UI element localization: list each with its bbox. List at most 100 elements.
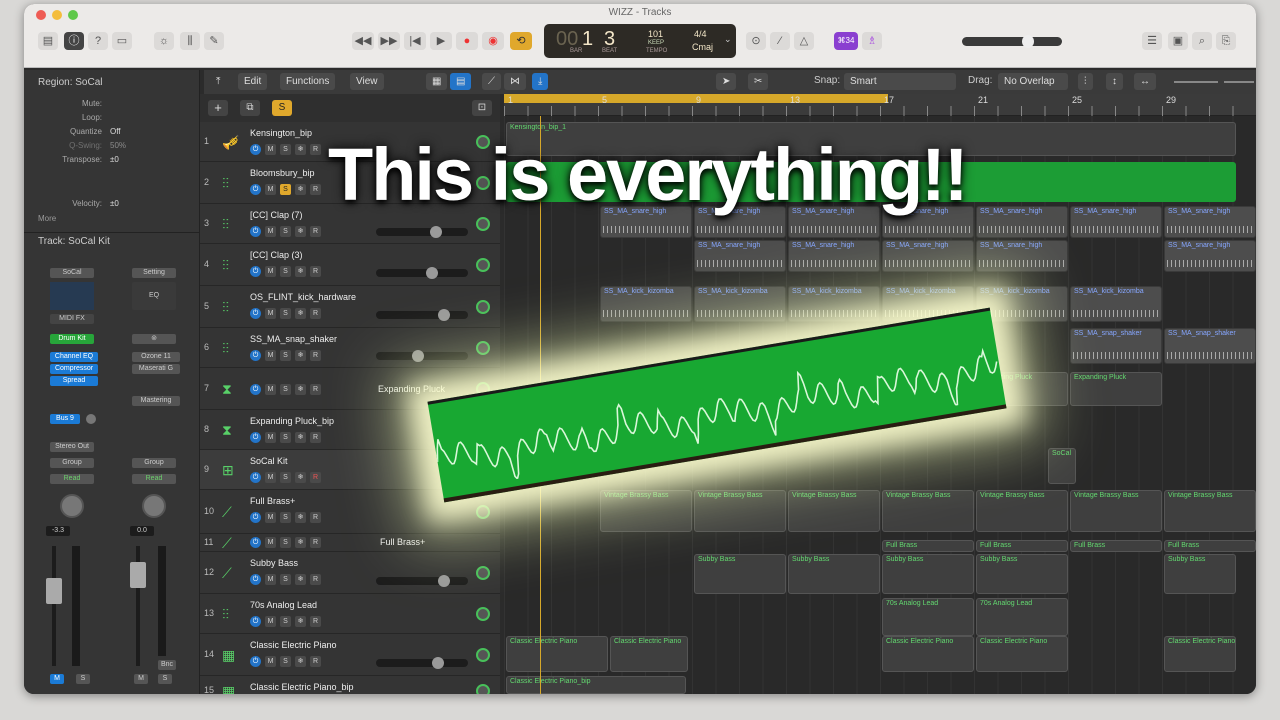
- record-enable-button[interactable]: R: [310, 432, 321, 443]
- track-inspector-header[interactable]: Track: SoCal Kit: [24, 232, 200, 250]
- mute-button[interactable]: M: [265, 144, 276, 155]
- strip1-group[interactable]: Group: [50, 458, 94, 468]
- strip1-fx-2[interactable]: Compressor: [50, 364, 98, 374]
- track-pan-knob[interactable]: [476, 684, 490, 694]
- strip1-solo[interactable]: S: [76, 674, 90, 684]
- region-vintage-brassy-bass[interactable]: Vintage Brassy Bass: [788, 490, 880, 532]
- region-vintage-brassy-bass[interactable]: Vintage Brassy Bass: [1070, 490, 1162, 532]
- track-name[interactable]: [CC] Clap (3): [250, 250, 303, 260]
- track-header-5[interactable]: 5 ⫶⫶ OS_FLINT_kick_hardware ⏻ M S ❄ R: [200, 286, 500, 328]
- region-piano-1[interactable]: Classic Electric Piano: [506, 636, 608, 672]
- track-name[interactable]: Full Brass+: [250, 496, 295, 506]
- region-snare-high-b[interactable]: SS_MA_snare_high: [694, 240, 786, 272]
- solo-button[interactable]: S: [280, 656, 291, 667]
- track-name[interactable]: Expanding Pluck: [378, 384, 445, 394]
- go-to-start-icon[interactable]: |◀: [404, 32, 426, 50]
- region-vintage-brassy-bass[interactable]: Vintage Brassy Bass: [1164, 490, 1256, 532]
- cycle-icon[interactable]: ⟲: [510, 32, 532, 50]
- region-snare-high[interactable]: SS_MA_snare_high: [1070, 206, 1162, 238]
- region-vintage-brassy-bass[interactable]: Vintage Brassy Bass: [694, 490, 786, 532]
- region-kick-kizomba[interactable]: SS_MA_kick_kizomba: [1070, 286, 1162, 322]
- region-inspector-header[interactable]: Region: SoCal: [24, 74, 200, 92]
- track-volume-fader[interactable]: [376, 575, 468, 587]
- horizontal-zoom-slider[interactable]: [1224, 81, 1254, 83]
- automation-icon[interactable]: ⟋: [482, 73, 501, 90]
- power-icon[interactable]: ⏻: [250, 184, 261, 195]
- solo-button[interactable]: S: [280, 350, 291, 361]
- power-icon[interactable]: ⏻: [250, 512, 261, 523]
- drag-select[interactable]: No Overlap: [998, 73, 1068, 90]
- power-icon[interactable]: ⏻: [250, 144, 261, 155]
- editors-icon[interactable]: ✎: [204, 32, 224, 50]
- track-name[interactable]: Classic Electric Piano: [250, 640, 337, 650]
- solo-button[interactable]: S: [280, 512, 291, 523]
- region-subby-bass[interactable]: Subby Bass: [694, 554, 786, 594]
- freeze-icon[interactable]: ❄: [295, 656, 306, 667]
- region-full-brass[interactable]: Full Brass: [1070, 540, 1162, 552]
- region-70s-analog-lead-b[interactable]: 70s Analog Lead: [976, 598, 1068, 636]
- smart-tempo-icon[interactable]: ♗: [862, 32, 882, 50]
- strip1-output[interactable]: Stereo Out: [50, 442, 94, 452]
- region-snare-high-b[interactable]: SS_MA_snare_high: [976, 240, 1068, 272]
- region-kick-kizomba[interactable]: SS_MA_kick_kizomba: [788, 286, 880, 322]
- chevron-down-icon[interactable]: ⌄: [724, 34, 732, 45]
- freeze-icon[interactable]: ❄: [295, 537, 306, 548]
- count-in-icon[interactable]: ⁄: [770, 32, 790, 50]
- track-header-6[interactable]: 6 ⫶⫶ SS_MA_snap_shaker ⏻ M S ❄ R: [200, 328, 500, 368]
- track-name[interactable]: Classic Electric Piano_bip: [250, 682, 354, 692]
- track-volume-fader[interactable]: [376, 350, 468, 362]
- solo-button[interactable]: S: [280, 537, 291, 548]
- region-piano-5[interactable]: Classic Electric Piano: [1164, 636, 1236, 672]
- strip2-fx-1[interactable]: Ozone 11: [132, 352, 180, 362]
- transpose-row[interactable]: Transpose: ±0: [24, 154, 200, 166]
- mute-button[interactable]: M: [265, 266, 276, 277]
- notepad-icon[interactable]: ▣: [1168, 32, 1188, 50]
- track-pan-knob[interactable]: [476, 217, 490, 231]
- back-arrow-icon[interactable]: ⤒: [210, 73, 226, 90]
- mixer-icon[interactable]: ⫼: [180, 32, 200, 50]
- mute-button[interactable]: M: [265, 226, 276, 237]
- mute-button[interactable]: M: [265, 616, 276, 627]
- catch-icon[interactable]: ⤓: [532, 73, 549, 90]
- record-enable-button[interactable]: R: [310, 512, 321, 523]
- mute-button[interactable]: M: [265, 537, 276, 548]
- solo-button[interactable]: S: [280, 308, 291, 319]
- mute-row[interactable]: Mute:: [24, 98, 200, 110]
- region-vintage-brassy-bass[interactable]: Vintage Brassy Bass: [882, 490, 974, 532]
- library-icon[interactable]: ▤: [38, 32, 58, 50]
- play-icon[interactable]: ▶: [430, 32, 452, 50]
- region-snap-shaker[interactable]: SS_MA_snap_shaker: [1070, 328, 1162, 364]
- record-enable-button[interactable]: R: [310, 226, 321, 237]
- region-subby-bass-e[interactable]: Subby Bass: [1164, 554, 1236, 594]
- record-enable-button[interactable]: R: [310, 184, 321, 195]
- region-kick-kizomba[interactable]: SS_MA_kick_kizomba: [600, 286, 692, 322]
- mute-button[interactable]: M: [265, 350, 276, 361]
- list-view-icon[interactable]: ▤: [450, 73, 472, 90]
- master-volume-slider[interactable]: [962, 35, 1062, 48]
- region-subby-bass-b[interactable]: Subby Bass: [788, 554, 880, 594]
- strip2-fader-handle[interactable]: [130, 562, 146, 588]
- solo-button[interactable]: S: [280, 472, 291, 483]
- freeze-icon[interactable]: ❄: [295, 432, 306, 443]
- freeze-icon[interactable]: ❄: [295, 574, 306, 585]
- freeze-icon[interactable]: ❄: [295, 184, 306, 195]
- strip1-pan-knob[interactable]: [60, 494, 84, 518]
- freeze-icon[interactable]: ❄: [295, 350, 306, 361]
- record-enable-button[interactable]: R: [310, 266, 321, 277]
- forward-icon[interactable]: ▶▶: [378, 32, 400, 50]
- region-snap-shaker[interactable]: SS_MA_snap_shaker: [1164, 328, 1256, 364]
- pointer-tool-icon[interactable]: ➤: [716, 73, 737, 90]
- strip2-setting[interactable]: Setting: [132, 268, 176, 278]
- list-editors-icon[interactable]: ☰: [1142, 32, 1162, 50]
- track-volume-fader[interactable]: [376, 309, 468, 321]
- folder-icon[interactable]: ⊡: [472, 100, 492, 116]
- mute-button[interactable]: M: [265, 656, 276, 667]
- strip1-midi-fx[interactable]: MIDI FX: [50, 314, 94, 324]
- region-subby-bass-d[interactable]: Subby Bass: [976, 554, 1068, 594]
- power-icon[interactable]: ⏻: [250, 574, 261, 585]
- track-name[interactable]: SS_MA_snap_shaker: [250, 334, 337, 344]
- bar-ruler[interactable]: 1 5 9 13 17 21 25 29: [504, 94, 1256, 116]
- strip2-bounce[interactable]: Bnc: [158, 660, 176, 670]
- track-name[interactable]: Expanding Pluck_bip: [250, 416, 334, 426]
- power-icon[interactable]: ⏻: [250, 266, 261, 277]
